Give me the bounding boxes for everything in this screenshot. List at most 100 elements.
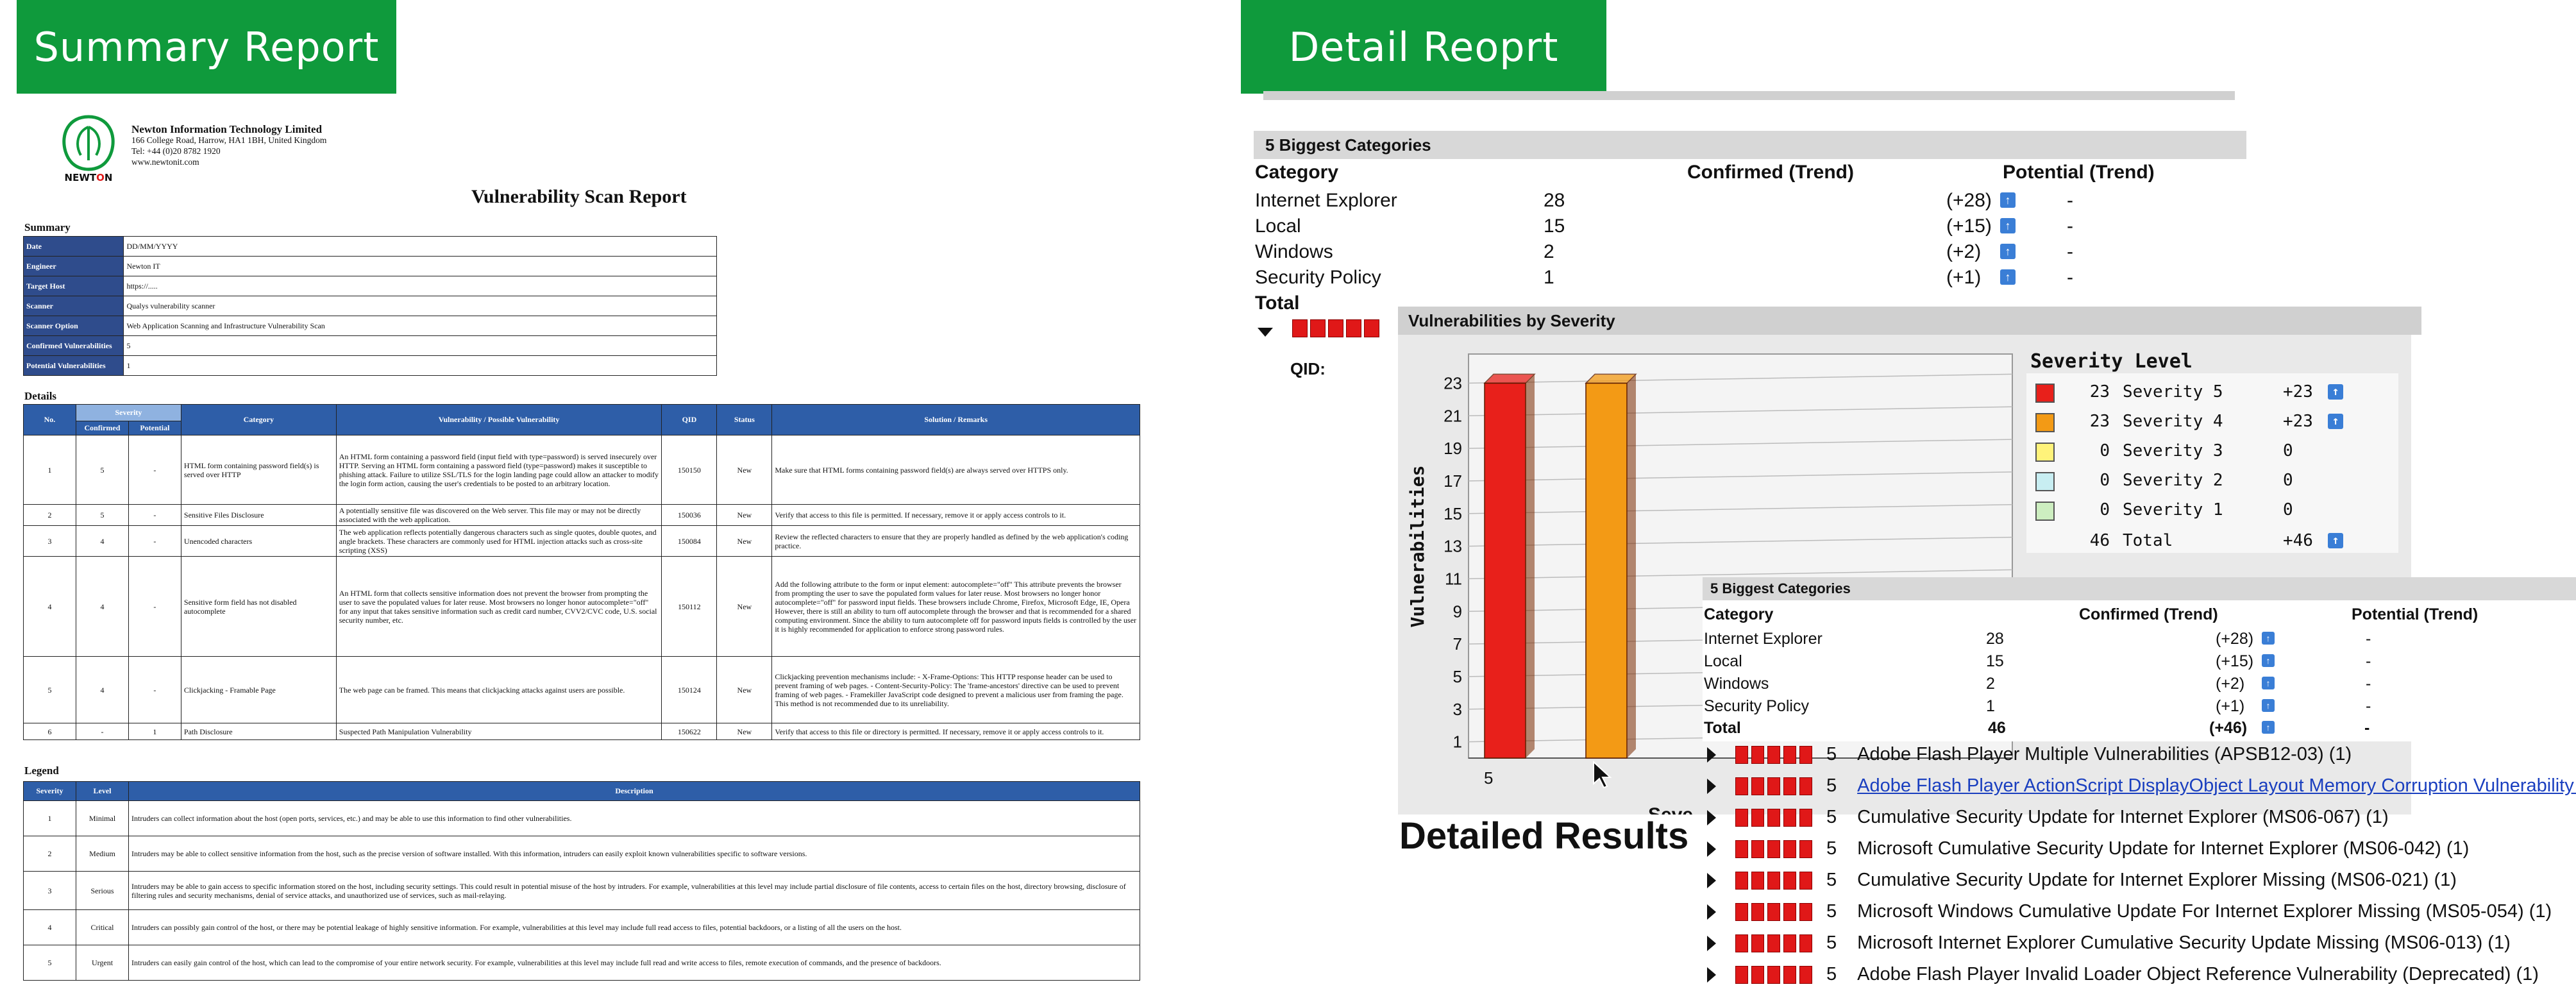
expand-arrow-icon[interactable]: [1707, 872, 1716, 888]
total-count-front: 46: [1988, 719, 2006, 737]
legend-description: Intruders may be able to gain access to …: [128, 871, 1140, 910]
trend-up-icon: ↑: [2000, 269, 2016, 285]
legend-severity: 3: [23, 871, 76, 910]
trend-up-icon: ↑: [2328, 533, 2343, 548]
legend-row: 5 Urgent Intruders can easily gain control…: [23, 945, 1140, 981]
result-title: Microsoft Cumulative Security Update for…: [1857, 838, 2470, 859]
result-row[interactable]: 5 Adobe Flash Player Multiple Vulnerabili…: [1707, 744, 2352, 765]
legend-severity: 4: [23, 909, 76, 945]
expand-arrow-icon[interactable]: [1707, 935, 1716, 951]
result-severity: 5: [1826, 933, 1837, 953]
detailed-results-title: Detailed Results: [1399, 815, 1689, 857]
col-status: Status: [716, 404, 773, 435]
trend-up-icon: ↑: [2262, 677, 2275, 689]
expand-down-icon: [1258, 328, 1273, 337]
result-title: Microsoft Internet Explorer Cumulative S…: [1857, 933, 2511, 953]
legend-severity: 2: [23, 836, 76, 872]
result-severity: 5: [1826, 870, 1837, 890]
legend-row: 2 Medium Intruders may be able to collect …: [23, 836, 1140, 872]
severity-bars: [1735, 965, 1812, 984]
severity-bar-segment: [1751, 934, 1764, 952]
severity-total-count: 46: [2089, 531, 2110, 550]
category-count: 28: [1544, 190, 1565, 211]
col-severity: Severity: [75, 404, 181, 421]
legend-description: Intruders may be able to collect sensiti…: [128, 836, 1140, 872]
legend-row: 3 Serious Intruders may be able to gain ac…: [23, 871, 1140, 910]
chart-y-axis-label: Vulnerabilities: [1407, 466, 1428, 628]
summary-key: Potential Vulnerabilities: [22, 355, 124, 376]
category-count: 28: [1986, 630, 2004, 648]
details-cell-vuln: An HTML form that collects sensitive inf…: [335, 556, 662, 657]
severity-bar-segment: [1767, 871, 1780, 890]
details-cell-no: 4: [23, 556, 76, 657]
result-row[interactable]: 5 Adobe Flash Player ActionScript Display…: [1707, 775, 2576, 797]
report-title: Vulnerability Scan Report: [471, 186, 687, 207]
details-cell-vuln: The web application reflects potentially…: [335, 525, 662, 557]
chart-y-tick-label: 11: [1445, 569, 1462, 588]
summary-row: Target Host https://.....: [22, 276, 717, 296]
severity-bar-segment: [1735, 745, 1748, 764]
chart-y-tick-label: 7: [1453, 634, 1462, 654]
category-count: 15: [1986, 652, 2004, 670]
result-severity: 5: [1826, 807, 1837, 827]
chart-y-tick-label: 13: [1444, 537, 1462, 556]
details-cell-qid: 150150: [661, 435, 718, 505]
details-cell-potential: -: [128, 435, 181, 505]
trend-up-icon: ↑: [2000, 192, 2016, 208]
legend-col-level: Level: [76, 781, 129, 801]
expand-arrow-icon[interactable]: [1707, 778, 1716, 794]
chart-bar-severity-5: [1484, 382, 1526, 759]
details-cell-category: Unencoded characters: [180, 525, 337, 557]
result-row[interactable]: 5 Microsoft Internet Explorer Cumulative …: [1707, 933, 2511, 954]
severity-bar-segment: [1799, 745, 1812, 764]
expand-arrow-icon[interactable]: [1707, 904, 1716, 920]
total-severity-bars: [1292, 319, 1379, 337]
severity-bar-segment: [1783, 840, 1796, 858]
result-row[interactable]: 5 Cumulative Security Update for Internet…: [1707, 870, 2457, 891]
expand-arrow-icon[interactable]: [1707, 967, 1716, 983]
summary-value: https://.....: [123, 276, 717, 296]
category-count: 1: [1986, 697, 1995, 715]
chart-y-tick-label: 9: [1453, 602, 1462, 621]
result-severity: 5: [1826, 744, 1837, 764]
newton-logo: NEWTON: [62, 115, 115, 183]
company-address: 166 College Road, Harrow, HA1 1BH, Unite…: [131, 135, 327, 145]
severity-level-title: Severity Level: [2030, 350, 2193, 373]
severity-bar-segment: [1783, 965, 1796, 984]
summary-value: Newton IT: [123, 256, 717, 276]
severity-color-swatch: [2035, 384, 2055, 403]
details-cell-no: 5: [23, 656, 76, 723]
expand-arrow-icon[interactable]: [1707, 809, 1716, 825]
expand-total-toggle[interactable]: [1258, 320, 1273, 342]
expand-arrow-icon[interactable]: [1707, 747, 1716, 763]
result-row[interactable]: 5 Microsoft Windows Cumulative Update For…: [1707, 901, 2552, 922]
header-potential: Potential (Trend): [2003, 162, 2155, 183]
details-cell-qid: 150084: [661, 525, 718, 557]
trend-up-icon: ↑: [2262, 632, 2275, 645]
result-title-link[interactable]: Adobe Flash Player ActionScript DisplayO…: [1857, 775, 2576, 797]
severity-bar-segment: [1799, 777, 1812, 795]
severity-bar-segment: [1735, 934, 1748, 952]
result-row[interactable]: 5 Cumulative Security Update for Internet…: [1707, 807, 2389, 828]
result-title: Cumulative Security Update for Internet …: [1857, 807, 2389, 827]
severity-bar-segment: [1783, 777, 1796, 795]
result-row[interactable]: 5 Adobe Flash Player Invalid Loader Objec…: [1707, 964, 2539, 985]
summary-key: Target Host: [22, 276, 124, 296]
result-row[interactable]: 5 Microsoft Cumulative Security Update fo…: [1707, 838, 2469, 859]
severity-bar-segment: [1735, 777, 1748, 795]
company-name: Newton Information Technology Limited: [131, 123, 323, 135]
details-cell-solution: Verify that access to this file or direc…: [771, 723, 1140, 740]
expand-arrow-icon[interactable]: [1707, 841, 1716, 857]
legend-row: 1 Minimal Intruders can collect informatio…: [23, 800, 1140, 836]
details-cell-solution: Verify that access to this file is permi…: [771, 504, 1140, 526]
details-cell-vuln: An HTML form containing a password field…: [335, 435, 662, 505]
severity-bar-segment: [1767, 808, 1780, 827]
details-section-label: Details: [24, 390, 57, 402]
summary-report-document: NEWTON Newton Information Technology Lim…: [0, 0, 1154, 1005]
details-cell-category: Clickjacking - Framable Page: [180, 656, 337, 723]
category-trend: (+28): [1946, 190, 1992, 211]
severity-label: Severity 2: [2123, 471, 2223, 490]
svg-text:NEWTON: NEWTON: [65, 172, 113, 183]
summary-value: Web Application Scanning and Infrastruct…: [123, 316, 717, 336]
details-cell-solution: Review the reflected characters to ensur…: [771, 525, 1140, 557]
